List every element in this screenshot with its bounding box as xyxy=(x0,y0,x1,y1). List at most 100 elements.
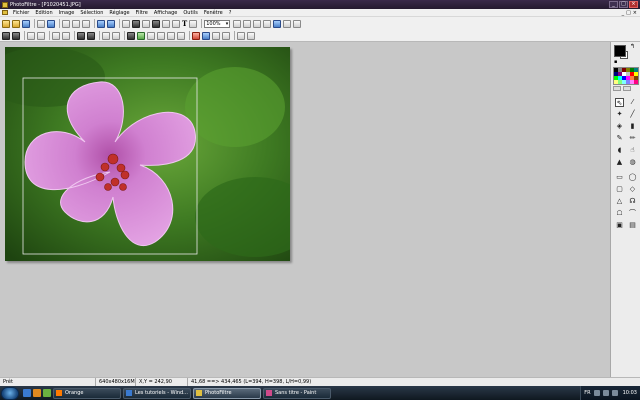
palette-prev-button[interactable] xyxy=(613,86,621,91)
clock[interactable]: 10:03 xyxy=(623,390,637,396)
menu-help[interactable]: ? xyxy=(226,10,235,16)
task-photofiltre[interactable]: PhotoFiltre xyxy=(193,387,261,399)
rounded-rect-select-icon[interactable]: ▢ xyxy=(615,185,624,194)
gamma-minus-icon[interactable] xyxy=(102,31,110,40)
image-canvas[interactable] xyxy=(5,47,290,261)
start-button[interactable] xyxy=(1,386,19,400)
frame-icon[interactable] xyxy=(162,19,170,28)
task-tutoriels[interactable]: Les tutoriels - Wind... xyxy=(123,387,191,399)
foreground-color[interactable] xyxy=(614,45,626,57)
auto-levels-icon[interactable] xyxy=(2,31,10,40)
emboss-icon[interactable] xyxy=(177,31,185,40)
swap-colors-icon[interactable]: ↰ xyxy=(630,43,635,50)
image-size-icon[interactable] xyxy=(132,19,140,28)
saturation-plus-icon[interactable] xyxy=(87,31,95,40)
task-orange[interactable]: Orange xyxy=(53,387,121,399)
full-screen-icon[interactable] xyxy=(273,19,282,28)
cut-icon[interactable] xyxy=(62,19,70,28)
color-swatch[interactable] xyxy=(634,80,638,84)
show-desktop-icon[interactable] xyxy=(23,389,31,397)
scan-icon[interactable] xyxy=(47,19,55,28)
new-file-icon[interactable] xyxy=(2,19,10,28)
color-adjust-icon[interactable] xyxy=(192,31,200,40)
menu-fenetre[interactable]: Fenêtre xyxy=(201,10,226,16)
cascade-windows-icon[interactable] xyxy=(293,19,302,28)
menu-filtre[interactable]: Filtre xyxy=(133,10,151,16)
lasso-select-icon[interactable]: ☊ xyxy=(628,197,637,206)
rotate-icon[interactable] xyxy=(172,19,180,28)
text-tool-icon[interactable]: T xyxy=(182,19,187,28)
save-icon[interactable] xyxy=(22,19,30,28)
menu-fichier[interactable]: Fichier xyxy=(10,10,32,16)
minimize-button[interactable]: _ xyxy=(609,1,618,8)
select-options-icon[interactable]: ▤ xyxy=(628,221,637,230)
mirror-icon[interactable] xyxy=(212,31,220,40)
rectangle-select-icon[interactable]: ▭ xyxy=(615,173,624,182)
pencil-tool-icon[interactable]: ✏ xyxy=(628,134,637,143)
menu-affichage[interactable]: Affichage xyxy=(151,10,181,16)
magic-wand-tool-icon[interactable]: ✦ xyxy=(615,110,624,119)
select-mode-icon[interactable]: ▣ xyxy=(615,221,624,230)
default-colors-icon[interactable]: ▪ xyxy=(614,59,617,65)
menu-selection[interactable]: Sélection xyxy=(77,10,106,16)
fit-window-icon[interactable] xyxy=(263,19,272,28)
rotate-right-icon[interactable] xyxy=(247,31,255,40)
document-menu-icon[interactable] xyxy=(2,10,8,15)
menu-edition[interactable]: Edition xyxy=(32,10,55,16)
gamma-plus-icon[interactable] xyxy=(112,31,120,40)
actual-size-icon[interactable] xyxy=(253,19,262,28)
soften-icon[interactable] xyxy=(167,31,175,40)
clone-stamp-tool-icon[interactable]: ▲ xyxy=(615,158,624,167)
security-icon[interactable] xyxy=(611,390,618,396)
doc-close-button[interactable]: × xyxy=(633,10,637,16)
palette-next-button[interactable] xyxy=(623,86,631,91)
eyedropper-tool-icon[interactable]: ⁄ xyxy=(628,98,637,107)
auto-contrast-icon[interactable] xyxy=(12,31,20,40)
pointer-tool-icon[interactable]: ⇖ xyxy=(615,98,624,107)
polygon-select-icon[interactable]: ☖ xyxy=(615,209,624,218)
freehand-select-icon[interactable]: ⌒ xyxy=(628,209,637,218)
sepia-icon[interactable] xyxy=(137,31,145,40)
scroll-tool-icon[interactable]: ◍ xyxy=(628,158,637,167)
crop-icon[interactable] xyxy=(152,19,160,28)
saturation-minus-icon[interactable] xyxy=(77,31,85,40)
doc-restore-button[interactable]: □ xyxy=(626,10,631,16)
tile-windows-icon[interactable] xyxy=(283,19,292,28)
blur-tool-icon[interactable]: ◖ xyxy=(615,146,624,155)
copy-icon[interactable] xyxy=(72,19,80,28)
browser-quicklaunch-icon[interactable] xyxy=(33,389,41,397)
sharpen-icon[interactable] xyxy=(157,31,165,40)
brightness-minus-icon[interactable] xyxy=(27,31,35,40)
undo-icon[interactable] xyxy=(97,19,105,28)
print-icon[interactable] xyxy=(37,19,45,28)
canvas-size-icon[interactable] xyxy=(142,19,150,28)
photofiltre-app-icon[interactable] xyxy=(2,1,8,8)
brightness-plus-icon[interactable] xyxy=(37,31,45,40)
layer-icon[interactable] xyxy=(189,19,198,28)
open-file-icon[interactable] xyxy=(12,19,20,28)
menu-outils[interactable]: Outils xyxy=(180,10,200,16)
switch-windows-icon[interactable] xyxy=(43,389,51,397)
rotate-left-icon[interactable] xyxy=(237,31,245,40)
zoom-in-icon[interactable] xyxy=(233,19,242,28)
blur-icon[interactable] xyxy=(147,31,155,40)
zoom-select[interactable]: 100% xyxy=(204,19,231,28)
triangle-select-icon[interactable]: △ xyxy=(615,197,624,206)
maximize-button[interactable]: □ xyxy=(619,1,628,8)
redo-icon[interactable] xyxy=(107,19,115,28)
line-tool-icon[interactable]: ╱ xyxy=(628,110,637,119)
network-icon[interactable] xyxy=(593,390,600,396)
zoom-out-icon[interactable] xyxy=(243,19,252,28)
dust-filter-icon[interactable] xyxy=(202,31,210,40)
contrast-plus-icon[interactable] xyxy=(62,31,70,40)
volume-icon[interactable] xyxy=(602,390,609,396)
paste-icon[interactable] xyxy=(82,19,90,28)
brush-tool-icon[interactable]: ✎ xyxy=(615,134,624,143)
menu-image[interactable]: Image xyxy=(56,10,78,16)
diamond-select-icon[interactable]: ◇ xyxy=(628,185,637,194)
spray-tool-icon[interactable]: ▮ xyxy=(628,122,637,131)
grayscale-icon[interactable] xyxy=(127,31,135,40)
contrast-minus-icon[interactable] xyxy=(52,31,60,40)
language-indicator[interactable]: FR xyxy=(584,390,590,396)
smudge-tool-icon[interactable]: ☝ xyxy=(628,146,637,155)
